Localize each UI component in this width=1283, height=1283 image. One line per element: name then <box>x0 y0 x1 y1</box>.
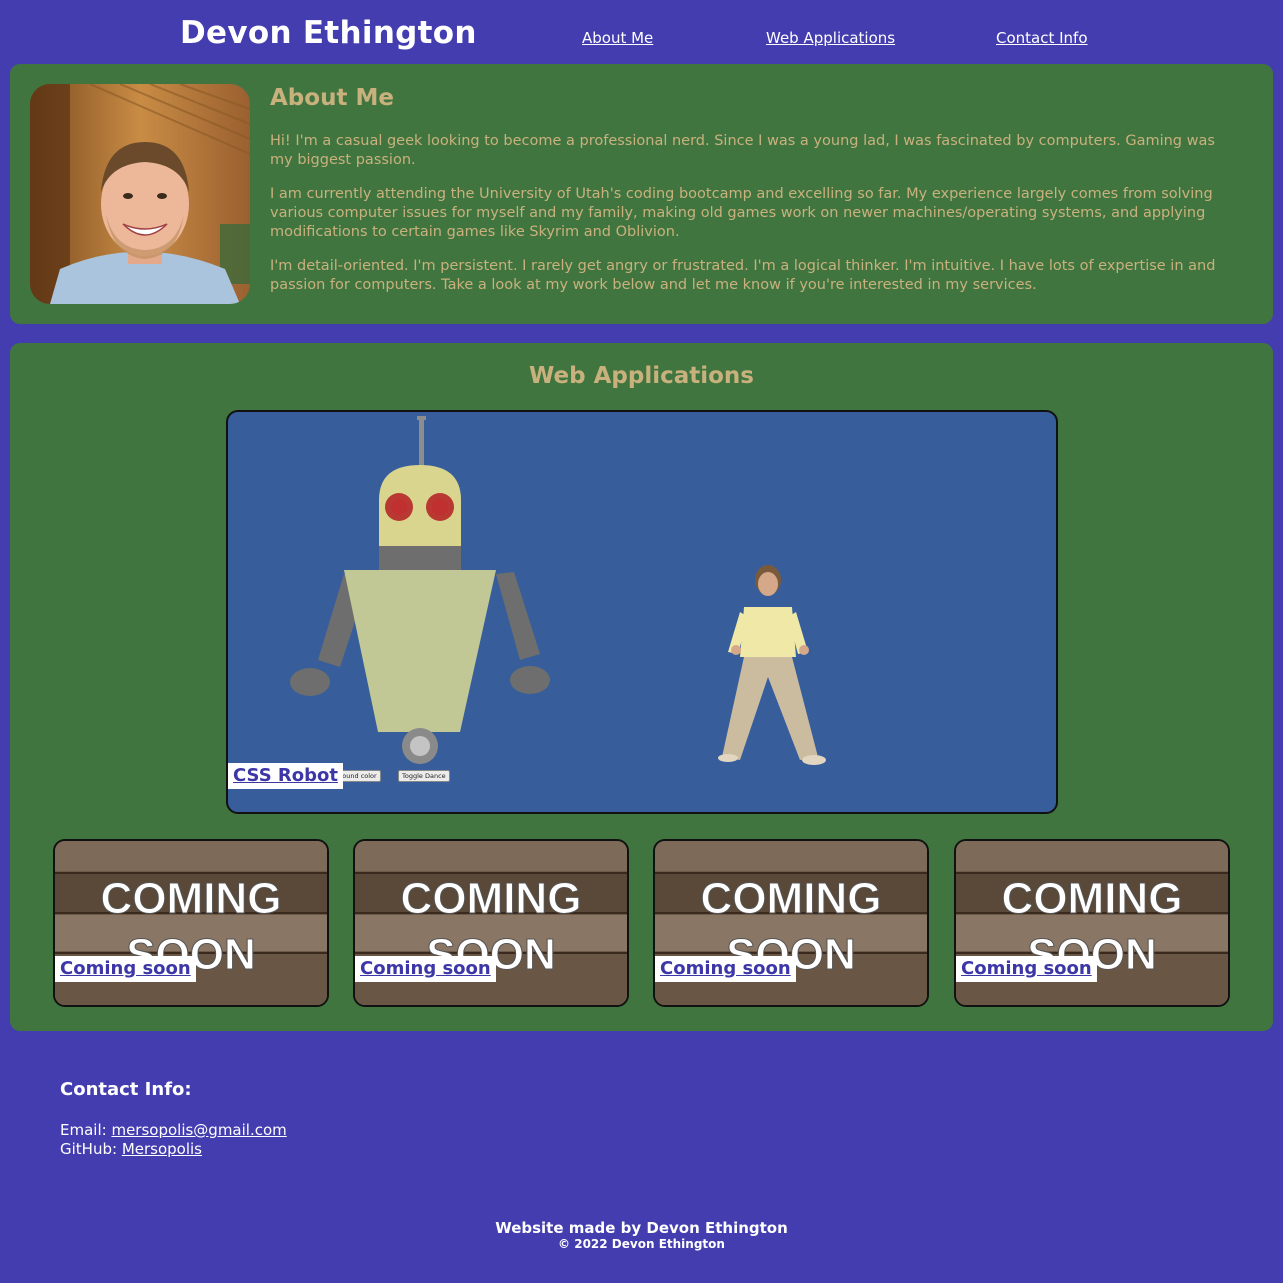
github-line: GitHub: Mersopolis <box>60 1140 202 1159</box>
coming-soon-link[interactable]: Coming soon <box>55 956 196 982</box>
about-paragraph: I'm detail-oriented. I'm persistent. I r… <box>270 258 1216 293</box>
coming-soon-card[interactable]: COMING SOON Coming soon <box>653 839 929 1007</box>
coming-soon-card[interactable]: COMING SOON Coming soon <box>53 839 329 1007</box>
toggle-dance-button[interactable]: Toggle Dance <box>398 770 450 782</box>
about-paragraph: I am currently attending the University … <box>270 186 1213 240</box>
css-robot-project[interactable]: Randomize background color Toggle Dance … <box>226 410 1058 814</box>
about-section: About Me Hi! I'm a casual geek looking t… <box>10 64 1273 324</box>
github-prefix: GitHub: <box>60 1140 122 1158</box>
coming-image-text: COMING <box>701 874 882 923</box>
coming-soon-link[interactable]: Coming soon <box>655 956 796 982</box>
css-robot-link[interactable]: CSS Robot <box>228 763 344 789</box>
nav-link-contact-info[interactable]: Contact Info <box>996 31 1088 46</box>
css-robot-preview <box>290 416 826 765</box>
coming-soon-card[interactable]: COMING SOON Coming soon <box>954 839 1230 1007</box>
footer-credit: Website made by Devon Ethington <box>495 1219 788 1237</box>
email-line: Email: mersopolis@gmail.com <box>60 1121 287 1140</box>
web-applications-section: Web Applications color Toggle Dance CSS … <box>10 343 1273 1031</box>
site-title: Devon Ethington <box>180 15 477 51</box>
contact-heading: Contact Info: <box>60 1079 192 1100</box>
email-link[interactable]: mersopolis@gmail.com <box>111 1121 286 1139</box>
about-heading: About Me <box>270 85 394 111</box>
nav-link-web-applications[interactable]: Web Applications <box>766 31 895 46</box>
coming-image-text: COMING <box>101 874 282 923</box>
site-header: Devon Ethington About Me Web Application… <box>0 0 1283 64</box>
coming-image-text: COMING <box>401 874 582 923</box>
coming-soon-link[interactable]: Coming soon <box>956 956 1097 982</box>
github-link[interactable]: Mersopolis <box>122 1140 202 1158</box>
footer-copyright: © 2022 Devon Ethington <box>558 1237 725 1251</box>
about-paragraph: Hi! I'm a casual geek looking to become … <box>270 133 1215 168</box>
coming-soon-link[interactable]: Coming soon <box>355 956 496 982</box>
coming-image-text: COMING <box>1002 874 1183 923</box>
profile-photo <box>30 84 250 304</box>
nav-link-about-me[interactable]: About Me <box>582 31 653 46</box>
dancing-man-gif <box>718 565 826 765</box>
email-prefix: Email: <box>60 1121 112 1139</box>
web-applications-heading: Web Applications <box>528 363 754 389</box>
coming-soon-card[interactable]: COMING SOON Coming soon <box>353 839 629 1007</box>
about-text: Hi! I'm a casual geek looking to become … <box>270 132 1230 310</box>
